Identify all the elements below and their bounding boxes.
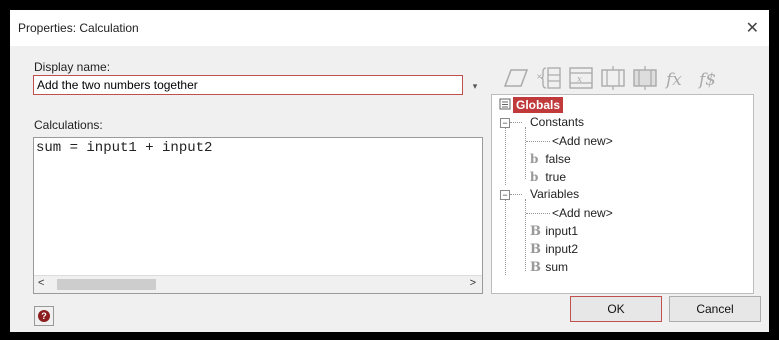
globals-tree[interactable]: Globals − Constants <Add new> b false b … <box>491 94 754 294</box>
help-icon: ? <box>38 310 50 322</box>
boolean-icon: b <box>530 170 539 184</box>
boolean-icon: b <box>530 152 539 166</box>
tree-node-variables[interactable]: Variables <box>530 187 579 201</box>
variable-bracket-icon[interactable]: × <box>535 64 563 92</box>
close-icon[interactable]: ✕ <box>746 18 759 38</box>
subroutine-icon[interactable] <box>631 64 659 92</box>
help-button[interactable]: ? <box>34 306 54 326</box>
tree-item-false[interactable]: b false <box>530 152 571 166</box>
scroll-left-icon[interactable]: < <box>38 277 44 289</box>
fx-icon[interactable]: fx <box>663 64 691 92</box>
svg-text:x: x <box>577 75 582 85</box>
tree-item-input1[interactable]: B input1 <box>530 224 578 239</box>
tree-item-sum[interactable]: B sum <box>530 260 568 275</box>
title-bar: Properties: Calculation ✕ <box>10 10 769 46</box>
properties-dialog: Properties: Calculation ✕ Display name: … <box>10 10 769 332</box>
tree-connector <box>525 127 526 179</box>
calculations-editor[interactable]: sum = input1 + input2 < > <box>33 137 483 294</box>
tree-add-new-constant[interactable]: <Add new> <box>552 134 613 148</box>
collapse-variables-icon[interactable]: − <box>500 190 510 200</box>
tree-connector <box>510 194 522 195</box>
svg-text:fx: fx <box>664 70 682 90</box>
tree-node-constants[interactable]: Constants <box>530 115 584 129</box>
tree-item-true[interactable]: b true <box>530 170 566 184</box>
svg-text:×: × <box>536 72 543 81</box>
calculations-label: Calculations: <box>34 118 103 132</box>
chevron-down-icon[interactable]: ▾ <box>468 77 482 95</box>
calculations-code[interactable]: sum = input1 + input2 <box>36 140 212 156</box>
display-name-label: Display name: <box>34 60 111 74</box>
scroll-right-icon[interactable]: > <box>470 277 476 289</box>
tree-connector <box>505 123 506 185</box>
scrollbar-thumb[interactable] <box>57 279 156 290</box>
svg-text:f$: f$ <box>697 70 716 90</box>
tree-connector <box>526 141 550 142</box>
fs-icon[interactable]: f$ <box>695 64 723 92</box>
tree-item-label: false <box>545 152 571 166</box>
x-box-icon[interactable]: x <box>567 64 595 92</box>
ok-button[interactable]: OK <box>570 296 662 322</box>
tree-connector <box>526 213 550 214</box>
tree-item-input2[interactable]: B input2 <box>530 242 578 257</box>
tree-connector <box>525 199 526 271</box>
tree-connector <box>510 122 522 123</box>
tree-connector <box>505 195 506 275</box>
tree-root-globals[interactable]: Globals <box>513 97 564 113</box>
process-icon[interactable] <box>599 64 627 92</box>
tree-item-label: input1 <box>545 224 579 238</box>
list-icon <box>499 98 511 110</box>
tree-item-label: input2 <box>545 242 579 256</box>
tree-item-label: sum <box>545 260 569 274</box>
parallelogram-icon[interactable] <box>503 64 531 92</box>
cancel-button[interactable]: Cancel <box>669 296 761 322</box>
tree-add-new-variable[interactable]: <Add new> <box>552 206 613 220</box>
variable-icon: B <box>530 224 541 239</box>
shape-toolbar: × x fx f$ <box>503 64 763 94</box>
collapse-constants-icon[interactable]: − <box>500 118 510 128</box>
horizontal-scrollbar[interactable]: < > <box>34 275 482 293</box>
window-title: Properties: Calculation <box>18 21 139 35</box>
variable-icon: B <box>530 242 541 257</box>
display-name-input[interactable] <box>33 75 463 95</box>
tree-item-label: true <box>545 170 567 184</box>
variable-icon: B <box>530 260 541 275</box>
